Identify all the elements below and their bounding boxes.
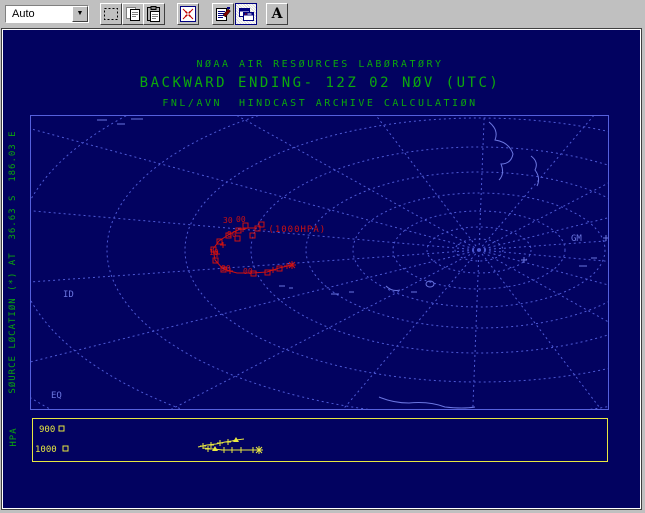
text-tool-button[interactable]: A xyxy=(266,3,288,25)
canvas-text: ID xyxy=(63,290,74,300)
source-star-marker xyxy=(288,261,296,269)
tick-plus-marker xyxy=(270,267,276,273)
marquee-selection-icon xyxy=(104,8,118,20)
tick-plus-marker xyxy=(208,442,214,448)
canvas-text: 10 xyxy=(209,248,219,257)
pressure-axis-label: HPA xyxy=(9,427,19,447)
tick-plus-marker xyxy=(238,447,244,453)
plot-title-line2: BACKWARD ENDING- 12Z 02 NØV (UTC) xyxy=(139,75,501,91)
paste-icon xyxy=(147,6,160,22)
latitude-ring xyxy=(184,117,608,383)
tick-plus-marker xyxy=(603,235,608,241)
height-profile-panel: 900 1000 xyxy=(32,418,608,462)
imaging-viewer-window: Auto ▼ A NØAA AIR RESØURCES LABØRATØRY B… xyxy=(0,0,645,513)
height-profile-canvas: 900 1000 xyxy=(35,425,263,455)
latitude-ring xyxy=(31,116,608,409)
meridian-line xyxy=(478,116,594,251)
zoom-combobox-value: Auto xyxy=(12,8,35,20)
meridian-line xyxy=(478,249,608,286)
tick-plus-marker xyxy=(221,447,227,453)
fit-to-window-button[interactable] xyxy=(177,3,199,25)
tick-plus-marker xyxy=(521,257,527,263)
meridian-line xyxy=(478,116,485,251)
plot-title-line1: NØAA AIR RESØURCES LABØRATØRY xyxy=(196,59,444,70)
latitude-ring xyxy=(305,171,608,329)
meridian-line xyxy=(31,249,480,283)
meridian-line xyxy=(31,210,480,251)
combobox-dropdown-button[interactable]: ▼ xyxy=(72,6,88,22)
map-canvas: GMIDEQ30 00901090 00-(1000HPA) xyxy=(31,116,608,409)
meridian-line xyxy=(472,249,480,409)
tick-plus-marker xyxy=(220,242,226,248)
expand-arrows-icon xyxy=(180,6,196,22)
latitude-ring xyxy=(106,116,608,409)
tick-square-marker xyxy=(58,425,65,432)
latitude-ring xyxy=(31,397,52,409)
tick-plus-marker xyxy=(205,446,211,452)
canvas-text: 900 xyxy=(39,425,55,435)
canvas-text: 1000 xyxy=(35,445,57,455)
canvas-text: -(1000HPA) xyxy=(262,225,326,235)
annotation-properties-button[interactable] xyxy=(212,3,234,25)
meridian-line xyxy=(478,249,602,409)
page-and-pen-icon xyxy=(216,7,231,21)
canvas-text: EQ xyxy=(51,391,62,401)
letter-a-icon: A xyxy=(271,6,283,22)
overlapping-windows-icon xyxy=(239,8,254,21)
meridian-line xyxy=(478,217,608,251)
tick-plus-marker xyxy=(217,440,223,446)
latitude-ring xyxy=(31,116,183,409)
copy-button[interactable] xyxy=(122,3,144,25)
canvas-text: 00 xyxy=(236,215,246,224)
copy-icon xyxy=(126,7,140,21)
toolbar: Auto ▼ A xyxy=(0,0,645,28)
meridian-line xyxy=(478,249,608,262)
latitude-ring xyxy=(250,146,608,354)
canvas-text: 00 xyxy=(243,267,253,276)
tick-plus-marker xyxy=(225,439,231,445)
tick-square-marker xyxy=(62,445,69,452)
tick-plus-marker xyxy=(229,447,235,453)
canvas-text: 30 xyxy=(223,216,233,225)
canvas-text: GM xyxy=(571,234,582,244)
plot-title-line3: FNL/AVN HINDCAST ARCHIVE CALCULATIØN xyxy=(162,98,478,109)
drag-select-button[interactable] xyxy=(100,3,122,25)
show-annotations-button[interactable] xyxy=(235,3,257,25)
zoom-combobox[interactable]: Auto ▼ xyxy=(5,5,89,23)
source-location-label: SØURCE LØCATIØN (*) AT 36.63 S 186.03 E xyxy=(8,130,18,394)
canvas-text: 90 xyxy=(221,264,231,273)
paste-button[interactable] xyxy=(143,3,165,25)
trajectory-map: GM ID EQ 30 00 90 10 90 00 -(1000HPA) xyxy=(30,115,609,410)
canvas-text: 90 xyxy=(227,230,237,239)
meridian-line xyxy=(478,249,608,323)
plot-client-area: NØAA AIR RESØURCES LABØRATØRY BACKWARD E… xyxy=(1,28,642,510)
meridian-line xyxy=(478,182,608,251)
latlon-grid xyxy=(31,116,608,409)
source-star-marker xyxy=(255,446,263,454)
